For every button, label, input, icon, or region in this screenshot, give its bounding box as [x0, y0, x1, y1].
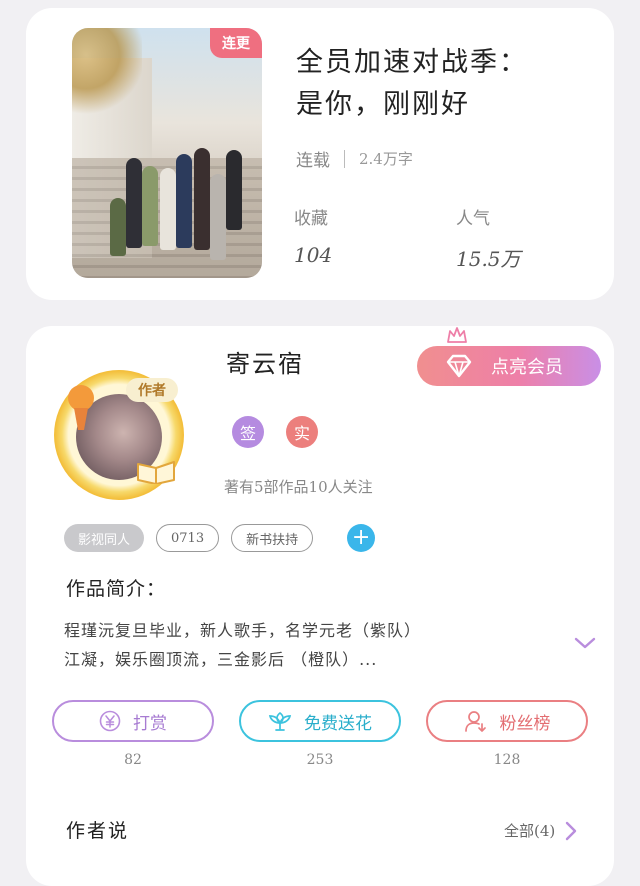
- tip-label: 打赏: [133, 713, 167, 734]
- intro-line2: 江凝，娱乐圈顶流，三金影后 （橙队）...: [64, 650, 378, 669]
- send-flower-button[interactable]: 免费送花: [239, 700, 401, 742]
- flower-label: 免费送花: [304, 713, 372, 734]
- status-divider: [344, 149, 345, 168]
- tip-count: 82: [124, 752, 142, 768]
- fans-count: 128: [493, 752, 521, 768]
- book-title-line2: 是你，刚刚好: [296, 89, 470, 120]
- serial-status: 连载: [296, 151, 330, 171]
- popularity-value: 15.5万: [456, 247, 521, 271]
- author-say-title: 作者说: [66, 820, 130, 842]
- book-status-row: 连载 2.4万字: [296, 146, 413, 171]
- verified-badge: 实: [286, 416, 318, 448]
- vip-button-label: 点亮会员: [491, 357, 563, 378]
- cover-people: [102, 148, 242, 260]
- favorites-stat: 收藏 104: [294, 204, 332, 267]
- popularity-stat: 人气 15.5万: [456, 204, 521, 272]
- fans-ranking-button[interactable]: 粉丝榜: [426, 700, 588, 742]
- intro-text: 程瑾沅复旦毕业，新人歌手，名学元老（紫队） 江凝，娱乐圈顶流，三金影后 （橙队）…: [64, 616, 534, 674]
- person-icon: [464, 711, 486, 732]
- vip-activate-button[interactable]: 点亮会员: [417, 346, 601, 386]
- chevron-down-icon[interactable]: [574, 636, 596, 650]
- author-say-all-link[interactable]: 全部(4): [504, 820, 577, 841]
- flower-count: 253: [306, 752, 334, 768]
- intro-line1: 程瑾沅复旦毕业，新人歌手，名学元老（紫队）: [64, 621, 422, 640]
- author-say-all-label: 全部(4): [504, 822, 556, 840]
- add-tag-button[interactable]: +: [347, 524, 376, 552]
- book-icon: [137, 461, 175, 484]
- author-card: 寄云宿 点亮会员 作者 签 实 著有5部作品10人关注 影视同人 0713 新书…: [26, 326, 614, 886]
- flower-icon: [268, 711, 292, 731]
- tip-button[interactable]: 打赏: [52, 700, 214, 742]
- chevron-right-icon: [566, 821, 577, 840]
- tag-category[interactable]: 影视同人: [64, 524, 145, 552]
- microphone-icon: [68, 385, 94, 430]
- popularity-label: 人气: [456, 209, 490, 229]
- author-works-summary: 著有5部作品10人关注: [224, 478, 373, 496]
- author-tag: 作者: [126, 378, 178, 402]
- crown-icon: [447, 327, 467, 343]
- update-badge: 连更: [210, 28, 262, 58]
- book-title: 全员加速对战季： 是你，刚刚好: [296, 42, 556, 126]
- word-count: 2.4万字: [359, 150, 413, 168]
- yen-icon: [99, 710, 121, 732]
- tag-0713[interactable]: 0713: [156, 524, 220, 552]
- favorites-value: 104: [294, 243, 333, 267]
- tag-new-book-support[interactable]: 新书扶持: [231, 524, 314, 552]
- intro-title: 作品简介：: [66, 578, 167, 600]
- book-tags: 影视同人 0713 新书扶持 +: [64, 524, 376, 552]
- diamond-icon: [445, 354, 473, 378]
- signed-badge: 签: [232, 416, 264, 448]
- fans-label: 粉丝榜: [499, 713, 551, 734]
- author-name[interactable]: 寄云宿: [226, 344, 304, 379]
- book-info-card: 连更 全员加速对战季： 是你，刚刚好 连载 2.4万字 收藏 104 人气 15…: [26, 8, 614, 300]
- author-avatar[interactable]: 作者: [54, 370, 184, 500]
- favorites-label: 收藏: [294, 209, 328, 229]
- cover-tree: [72, 28, 142, 118]
- book-title-line1: 全员加速对战季：: [296, 47, 528, 78]
- book-cover[interactable]: 连更: [72, 28, 262, 278]
